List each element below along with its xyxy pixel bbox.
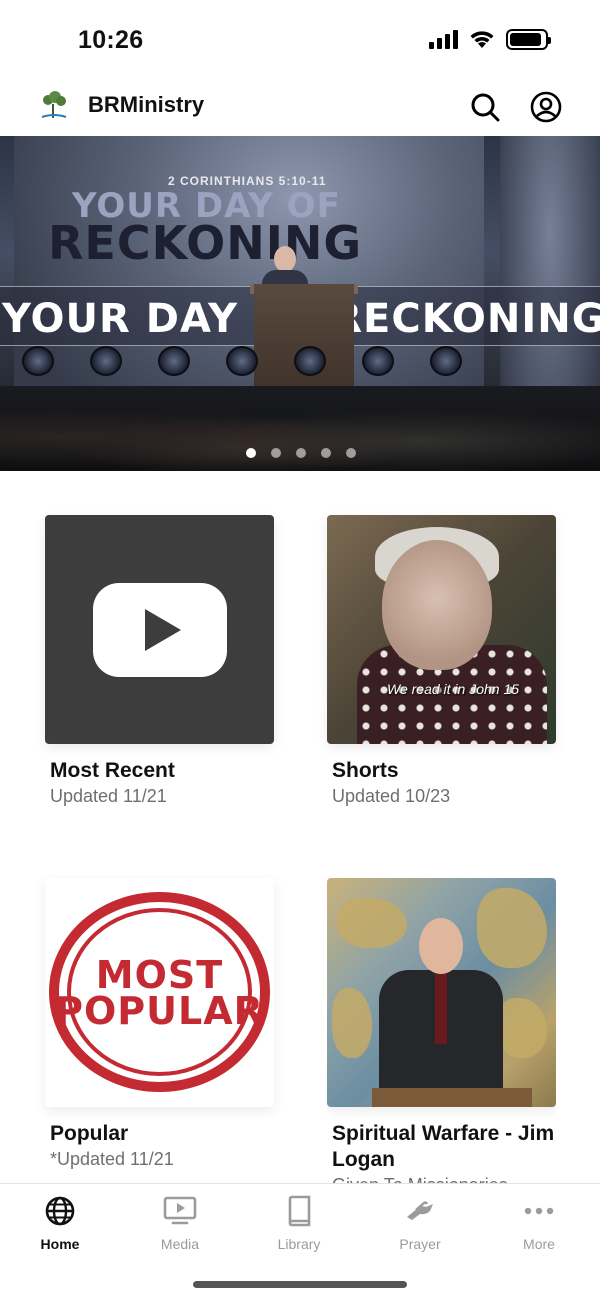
wifi-icon [470, 31, 494, 48]
carousel-dot-3[interactable] [296, 448, 306, 458]
search-button[interactable] [468, 90, 502, 124]
tab-label: Home [40, 1236, 80, 1252]
tab-media[interactable]: Media [130, 1194, 230, 1252]
carousel-dot-5[interactable] [346, 448, 356, 458]
tree-logo-icon [41, 91, 67, 118]
thumbnail-caption: We read it in John 15 [387, 681, 520, 697]
card-title: Most Recent [50, 759, 175, 782]
tab-label: Prayer [399, 1236, 441, 1252]
carousel-dot-1[interactable] [246, 448, 256, 458]
card-most-recent[interactable]: Most Recent Updated 11/21 [45, 515, 274, 808]
card-thumbnail: MOST POPULAR [45, 878, 274, 1107]
tab-label: More [523, 1236, 555, 1252]
media-icon [163, 1196, 197, 1225]
hero-audience [0, 386, 600, 471]
card-title: Popular [50, 1122, 129, 1145]
globe-icon [45, 1196, 75, 1226]
status-bar: 10:26 [0, 0, 600, 80]
praying-hands-icon [407, 1201, 433, 1220]
app-title: BRMinistry [88, 92, 205, 117]
youtube-play-icon [92, 582, 227, 677]
card-title: Spiritual Warfare - Jim Logan [332, 1122, 555, 1171]
hero-stage-lights [22, 346, 462, 376]
card-shorts[interactable]: We read it in John 15 Shorts Updated 10/… [327, 515, 556, 808]
card-subtitle: *Updated 11/21 [50, 1149, 174, 1169]
tab-more[interactable]: More [489, 1194, 589, 1252]
home-indicator [193, 1281, 407, 1288]
hero-carousel[interactable]: 2 CORINTHIANS 5:10-11 YOUR DAY OF RECKON… [0, 136, 600, 471]
signal-icon [429, 29, 458, 49]
card-thumbnail [45, 515, 274, 744]
tab-label: Media [160, 1236, 200, 1252]
card-thumbnail [327, 878, 556, 1107]
carousel-dot-4[interactable] [321, 448, 331, 458]
card-title: Shorts [332, 759, 399, 782]
battery-icon [506, 28, 551, 50]
profile-icon [530, 91, 562, 123]
tab-prayer[interactable]: Prayer [370, 1194, 470, 1252]
app-header: BRMinistry [0, 80, 600, 136]
carousel-dot-2[interactable] [271, 448, 281, 458]
status-time: 10:26 [78, 26, 144, 54]
tab-label: Library [277, 1236, 321, 1252]
card-spiritual-warfare[interactable]: Spiritual Warfare - Jim Logan Given To M… [327, 878, 556, 1184]
hero-title-line2: RECKONING [48, 216, 363, 270]
status-icons [429, 28, 551, 50]
search-icon [471, 93, 500, 122]
profile-button[interactable] [529, 90, 563, 124]
carousel-page-indicator [246, 448, 356, 458]
more-dots-icon [524, 1207, 554, 1215]
battery-fill [510, 32, 541, 46]
card-subtitle: Updated 11/21 [50, 786, 167, 806]
card-thumbnail: We read it in John 15 [327, 515, 556, 744]
card-subtitle: Updated 10/23 [332, 786, 451, 806]
tab-home[interactable]: Home [10, 1194, 110, 1252]
book-icon [288, 1195, 311, 1227]
most-popular-stamp: MOST POPULAR [55, 952, 264, 1033]
tab-library[interactable]: Library [249, 1194, 349, 1252]
card-popular[interactable]: MOST POPULAR Popular *Updated 11/21 [45, 878, 274, 1171]
